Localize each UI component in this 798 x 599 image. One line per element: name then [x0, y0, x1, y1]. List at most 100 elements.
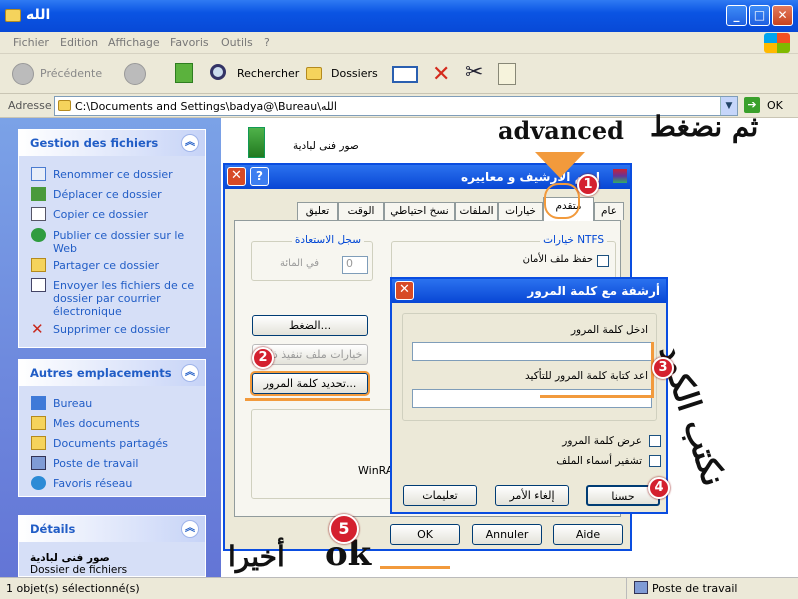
- archive-ok-button[interactable]: OK: [390, 524, 460, 545]
- minimize-button[interactable]: _: [726, 5, 747, 26]
- my-computer-link[interactable]: Poste de travail: [53, 457, 138, 470]
- menu-bar: Fichier Edition Affichage Favoris Outils…: [0, 32, 798, 54]
- network-places-link[interactable]: Favoris réseau: [53, 477, 132, 490]
- share-folder-link[interactable]: Partager ce dossier: [53, 259, 159, 272]
- desktop-icon: [31, 396, 46, 410]
- set-password-button[interactable]: تحديد كلمة المرور...: [252, 373, 368, 394]
- address-path: C:\Documents and Settings\badya@\Bureau\…: [75, 100, 337, 113]
- shared-documents-icon: [31, 436, 46, 450]
- collapse-chevron-icon[interactable]: ︽: [181, 520, 199, 538]
- step-badge-4: 4: [648, 477, 670, 499]
- step-badge-2: 2: [252, 347, 274, 369]
- email-files-link[interactable]: Envoyer les fichiers de ce dossier par c…: [53, 279, 203, 318]
- desktop-link[interactable]: Bureau: [53, 397, 92, 410]
- file-tasks-header[interactable]: Gestion des fichiers ︽: [19, 130, 205, 156]
- menu-tools[interactable]: Outils: [221, 36, 253, 49]
- move-icon: [31, 187, 46, 201]
- go-button[interactable]: OK: [767, 99, 783, 112]
- delete-folder-link[interactable]: Supprimer ce dossier: [53, 323, 170, 336]
- save-security-checkbox[interactable]: [597, 255, 609, 267]
- rename-folder-link[interactable]: Renommer ce dossier: [53, 168, 173, 181]
- archive-cancel-button[interactable]: Annuler: [472, 524, 542, 545]
- pointer-arrow-icon: [535, 152, 585, 178]
- menu-favorites[interactable]: Favoris: [170, 36, 209, 49]
- annotation-finally: أخيرا: [228, 540, 285, 573]
- show-password-checkbox[interactable]: [649, 435, 661, 447]
- views-icon[interactable]: [392, 66, 418, 83]
- back-button[interactable]: Précédente: [40, 67, 102, 80]
- menu-edit[interactable]: Edition: [60, 36, 98, 49]
- folders-button[interactable]: Dossiers: [331, 67, 378, 80]
- back-arrow-icon[interactable]: [12, 63, 34, 85]
- archive-close-button[interactable]: ✕: [227, 167, 246, 186]
- collapse-chevron-icon[interactable]: ︽: [181, 364, 199, 382]
- forward-arrow-icon[interactable]: [124, 63, 146, 85]
- folder-item-icon[interactable]: [248, 127, 265, 158]
- up-folder-icon[interactable]: [175, 63, 193, 83]
- tab-files[interactable]: الملفات: [455, 202, 498, 220]
- menu-view[interactable]: Affichage: [108, 36, 160, 49]
- ntfs-group-label: خيارات NTFS: [540, 234, 607, 246]
- archive-help-button[interactable]: Aide: [553, 524, 623, 545]
- tab-backup[interactable]: نسخ احتياطي: [384, 202, 455, 220]
- compression-button[interactable]: الضغط...: [252, 315, 368, 336]
- search-button[interactable]: Rechercher: [237, 67, 299, 80]
- shared-documents-link[interactable]: Documents partagés: [53, 437, 168, 450]
- show-password-label: عرض كلمة المرور: [562, 435, 642, 447]
- password-dialog-title: أرشفة مع كلمة المرور: [527, 284, 660, 298]
- status-selection: 1 objet(s) sélectionné(s): [6, 582, 140, 595]
- move-folder-link[interactable]: Déplacer ce dossier: [53, 188, 162, 201]
- annotation-advanced: advanced: [498, 116, 624, 145]
- menu-help[interactable]: ?: [264, 36, 270, 49]
- password-cancel-button[interactable]: إلغاء الأمر: [495, 485, 569, 506]
- help-question-icon[interactable]: ?: [250, 167, 269, 186]
- recovery-group-label: سجل الاستعادة: [291, 234, 364, 246]
- rename-icon: [31, 167, 46, 181]
- details-header[interactable]: Détails ︽: [19, 516, 205, 542]
- publish-web-icon: [31, 228, 46, 242]
- delete-icon: ✕: [31, 320, 44, 338]
- tab-time[interactable]: الوقت: [338, 202, 384, 220]
- other-places-header[interactable]: Autres emplacements ︽: [19, 360, 205, 386]
- password-dialog-titlebar: ✕ أرشفة مع كلمة المرور: [392, 279, 666, 303]
- maximize-button[interactable]: □: [749, 5, 770, 26]
- status-bar: 1 objet(s) sélectionné(s) Poste de trava…: [0, 577, 798, 599]
- paste-icon[interactable]: [498, 63, 516, 85]
- task-pane: Gestion des fichiers ︽ Renommer ce dossie…: [0, 118, 221, 577]
- my-computer-icon: [634, 581, 648, 594]
- highlight-underline: [245, 398, 370, 401]
- winrar-label: WinRA: [358, 464, 394, 477]
- window-titlebar: الله _ □ ✕: [0, 0, 798, 32]
- tab-general[interactable]: عام: [594, 202, 624, 220]
- cut-icon[interactable]: ✂: [465, 60, 483, 85]
- close-button[interactable]: ✕: [772, 5, 793, 26]
- folders-icon[interactable]: [306, 67, 322, 80]
- my-documents-icon: [31, 416, 46, 430]
- tab-comment[interactable]: تعليق: [297, 202, 338, 220]
- search-icon[interactable]: [210, 64, 226, 80]
- window-title: الله: [26, 7, 51, 23]
- folder-item-label[interactable]: صور فنى لبادية: [293, 140, 359, 152]
- enter-password-label: ادخل كلمة المرور: [570, 324, 648, 336]
- step-badge-3: 3: [652, 357, 674, 379]
- my-documents-link[interactable]: Mes documents: [53, 417, 140, 430]
- collapse-chevron-icon[interactable]: ︽: [181, 134, 199, 152]
- step-badge-5: 5: [329, 514, 359, 544]
- file-tasks-title: Gestion des fichiers: [30, 136, 159, 150]
- menu-file[interactable]: Fichier: [13, 36, 49, 49]
- email-icon: [31, 278, 46, 292]
- recovery-percent-spinner[interactable]: 0: [342, 256, 368, 274]
- password-close-button[interactable]: ✕: [395, 281, 414, 300]
- annotation-then-press: ثم نضغط: [650, 110, 759, 143]
- tab-options[interactable]: خيارات: [498, 202, 543, 220]
- address-field[interactable]: C:\Documents and Settings\badya@\Bureau\…: [54, 96, 738, 116]
- status-location: Poste de travail: [652, 582, 738, 595]
- copy-folder-link[interactable]: Copier ce dossier: [53, 208, 148, 221]
- highlight-swoosh: [380, 566, 450, 569]
- publish-web-link[interactable]: Publier ce dossier sur le Web: [53, 229, 203, 255]
- status-divider: [626, 578, 627, 599]
- file-tasks-panel: Gestion des fichiers ︽ Renommer ce dossie…: [18, 129, 206, 348]
- password-help-button[interactable]: تعليمات: [403, 485, 477, 506]
- encrypt-names-checkbox[interactable]: [649, 455, 661, 467]
- delete-icon[interactable]: ✕: [432, 62, 450, 87]
